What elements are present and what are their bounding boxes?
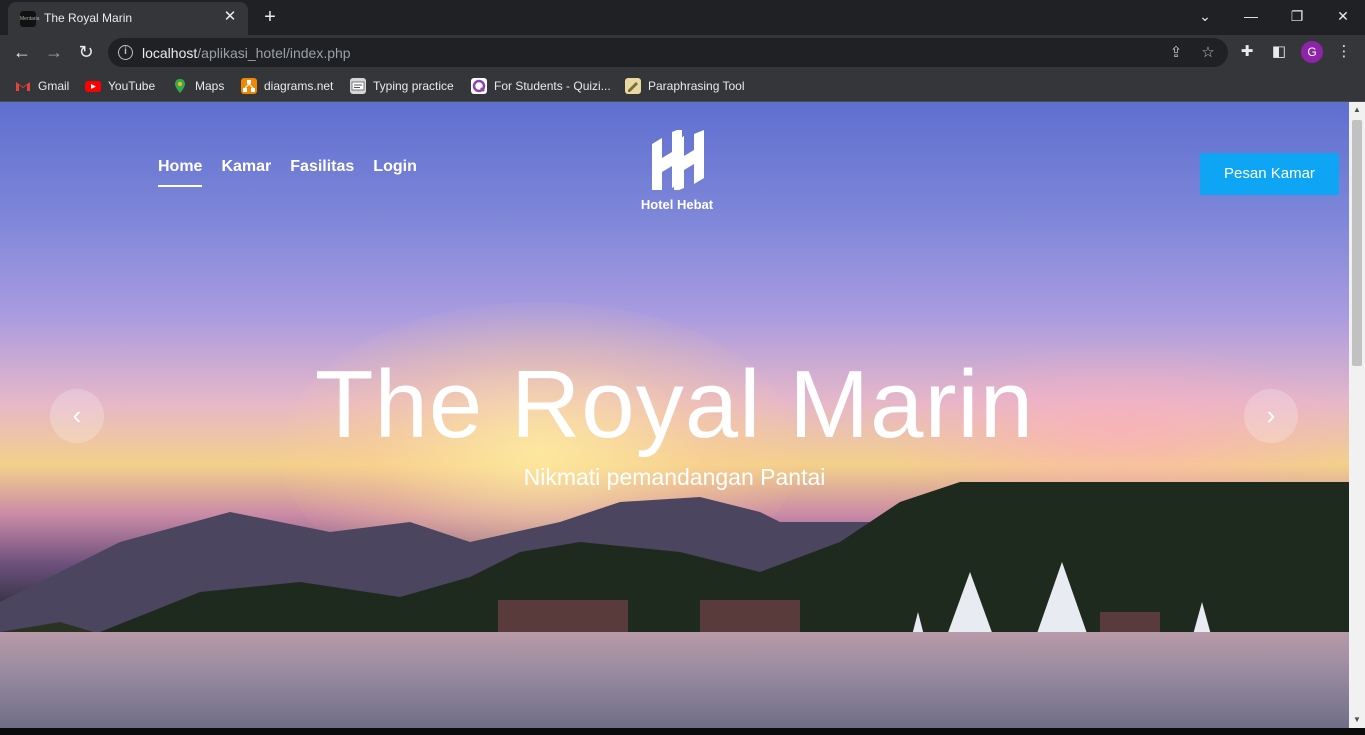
hero-subtitle: Nikmati pemandangan Pantai xyxy=(523,464,826,490)
nav-fasilitas[interactable]: Fasilitas xyxy=(290,158,354,187)
bookmark-youtube[interactable]: YouTube xyxy=(85,76,155,96)
side-panel-icon[interactable]: ◧ xyxy=(1268,41,1290,63)
youtube-icon xyxy=(85,78,101,94)
tab-strip: Mentaria The Royal Marin ✕ + ⌄ — ❐ ✕ xyxy=(0,0,1365,35)
sea-water xyxy=(0,632,1349,728)
reload-icon[interactable]: ↻ xyxy=(73,39,99,65)
bookmark-gmail[interactable]: Gmail xyxy=(15,76,69,96)
maps-icon xyxy=(172,78,188,94)
tab-favicon-icon: Mentaria xyxy=(20,11,39,27)
new-tab-icon[interactable]: + xyxy=(258,5,282,29)
bookmark-quizizz[interactable]: For Students - Quizi... xyxy=(471,76,611,96)
logo-text: Hotel Hebat xyxy=(640,197,714,212)
scroll-thumb[interactable] xyxy=(1352,120,1362,366)
paraphrase-icon xyxy=(625,78,641,94)
bookmark-paraphrasing[interactable]: Paraphrasing Tool xyxy=(625,76,745,96)
bookmarks-bar: Gmail YouTube Maps diagrams.net Typing p… xyxy=(0,70,1365,102)
scroll-up-icon[interactable]: ▲ xyxy=(1349,102,1365,118)
url-text[interactable]: localhost/aplikasi_hotel/index.php xyxy=(142,45,351,61)
hotel-logo-icon xyxy=(652,128,704,192)
nav-login[interactable]: Login xyxy=(373,158,417,187)
hero-title: The Royal Marin xyxy=(314,351,1035,458)
quizizz-icon xyxy=(471,78,487,94)
nav-home[interactable]: Home xyxy=(158,158,203,187)
tab-title: The Royal Marin xyxy=(44,11,133,25)
tab-close-icon[interactable]: ✕ xyxy=(220,7,240,27)
site-logo[interactable]: Hotel Hebat xyxy=(632,128,722,212)
address-bar[interactable]: i localhost/aplikasi_hotel/index.php ⇪ ☆ xyxy=(108,38,1228,67)
tab-search-icon[interactable]: ⌄ xyxy=(1190,3,1220,29)
minimize-icon[interactable]: — xyxy=(1236,3,1266,29)
scroll-down-icon[interactable]: ▼ xyxy=(1349,712,1365,728)
page-viewport: Home Kamar Fasilitas Login Hotel Hebat P… xyxy=(0,102,1349,728)
bookmark-maps[interactable]: Maps xyxy=(172,76,224,96)
forward-icon[interactable]: → xyxy=(41,39,67,65)
menu-icon[interactable]: ⋮ xyxy=(1333,41,1355,63)
typing-icon xyxy=(350,78,366,94)
site-nav: Home Kamar Fasilitas Login xyxy=(158,158,417,187)
diagrams-icon xyxy=(241,78,257,94)
bookmark-typing[interactable]: Typing practice xyxy=(350,76,454,96)
browser-tab[interactable]: Mentaria The Royal Marin ✕ xyxy=(8,2,248,35)
os-taskbar xyxy=(0,728,1365,735)
close-window-icon[interactable]: ✕ xyxy=(1328,3,1358,29)
book-room-button[interactable]: Pesan Kamar xyxy=(1200,153,1339,195)
restore-icon[interactable]: ❐ xyxy=(1282,3,1312,29)
bookmark-diagrams[interactable]: diagrams.net xyxy=(241,76,333,96)
site-info-icon[interactable]: i xyxy=(118,45,133,60)
browser-toolbar: ← → ↻ i localhost/aplikasi_hotel/index.p… xyxy=(0,35,1365,70)
gmail-icon xyxy=(15,78,31,94)
extensions-icon[interactable]: ✚ xyxy=(1236,41,1258,63)
share-icon[interactable]: ⇪ xyxy=(1166,43,1186,63)
nav-kamar[interactable]: Kamar xyxy=(221,158,271,187)
page-scrollbar[interactable]: ▲ ▼ xyxy=(1349,102,1365,728)
bookmark-star-icon[interactable]: ☆ xyxy=(1198,43,1218,63)
profile-avatar[interactable]: G xyxy=(1301,41,1323,63)
back-icon[interactable]: ← xyxy=(9,39,35,65)
